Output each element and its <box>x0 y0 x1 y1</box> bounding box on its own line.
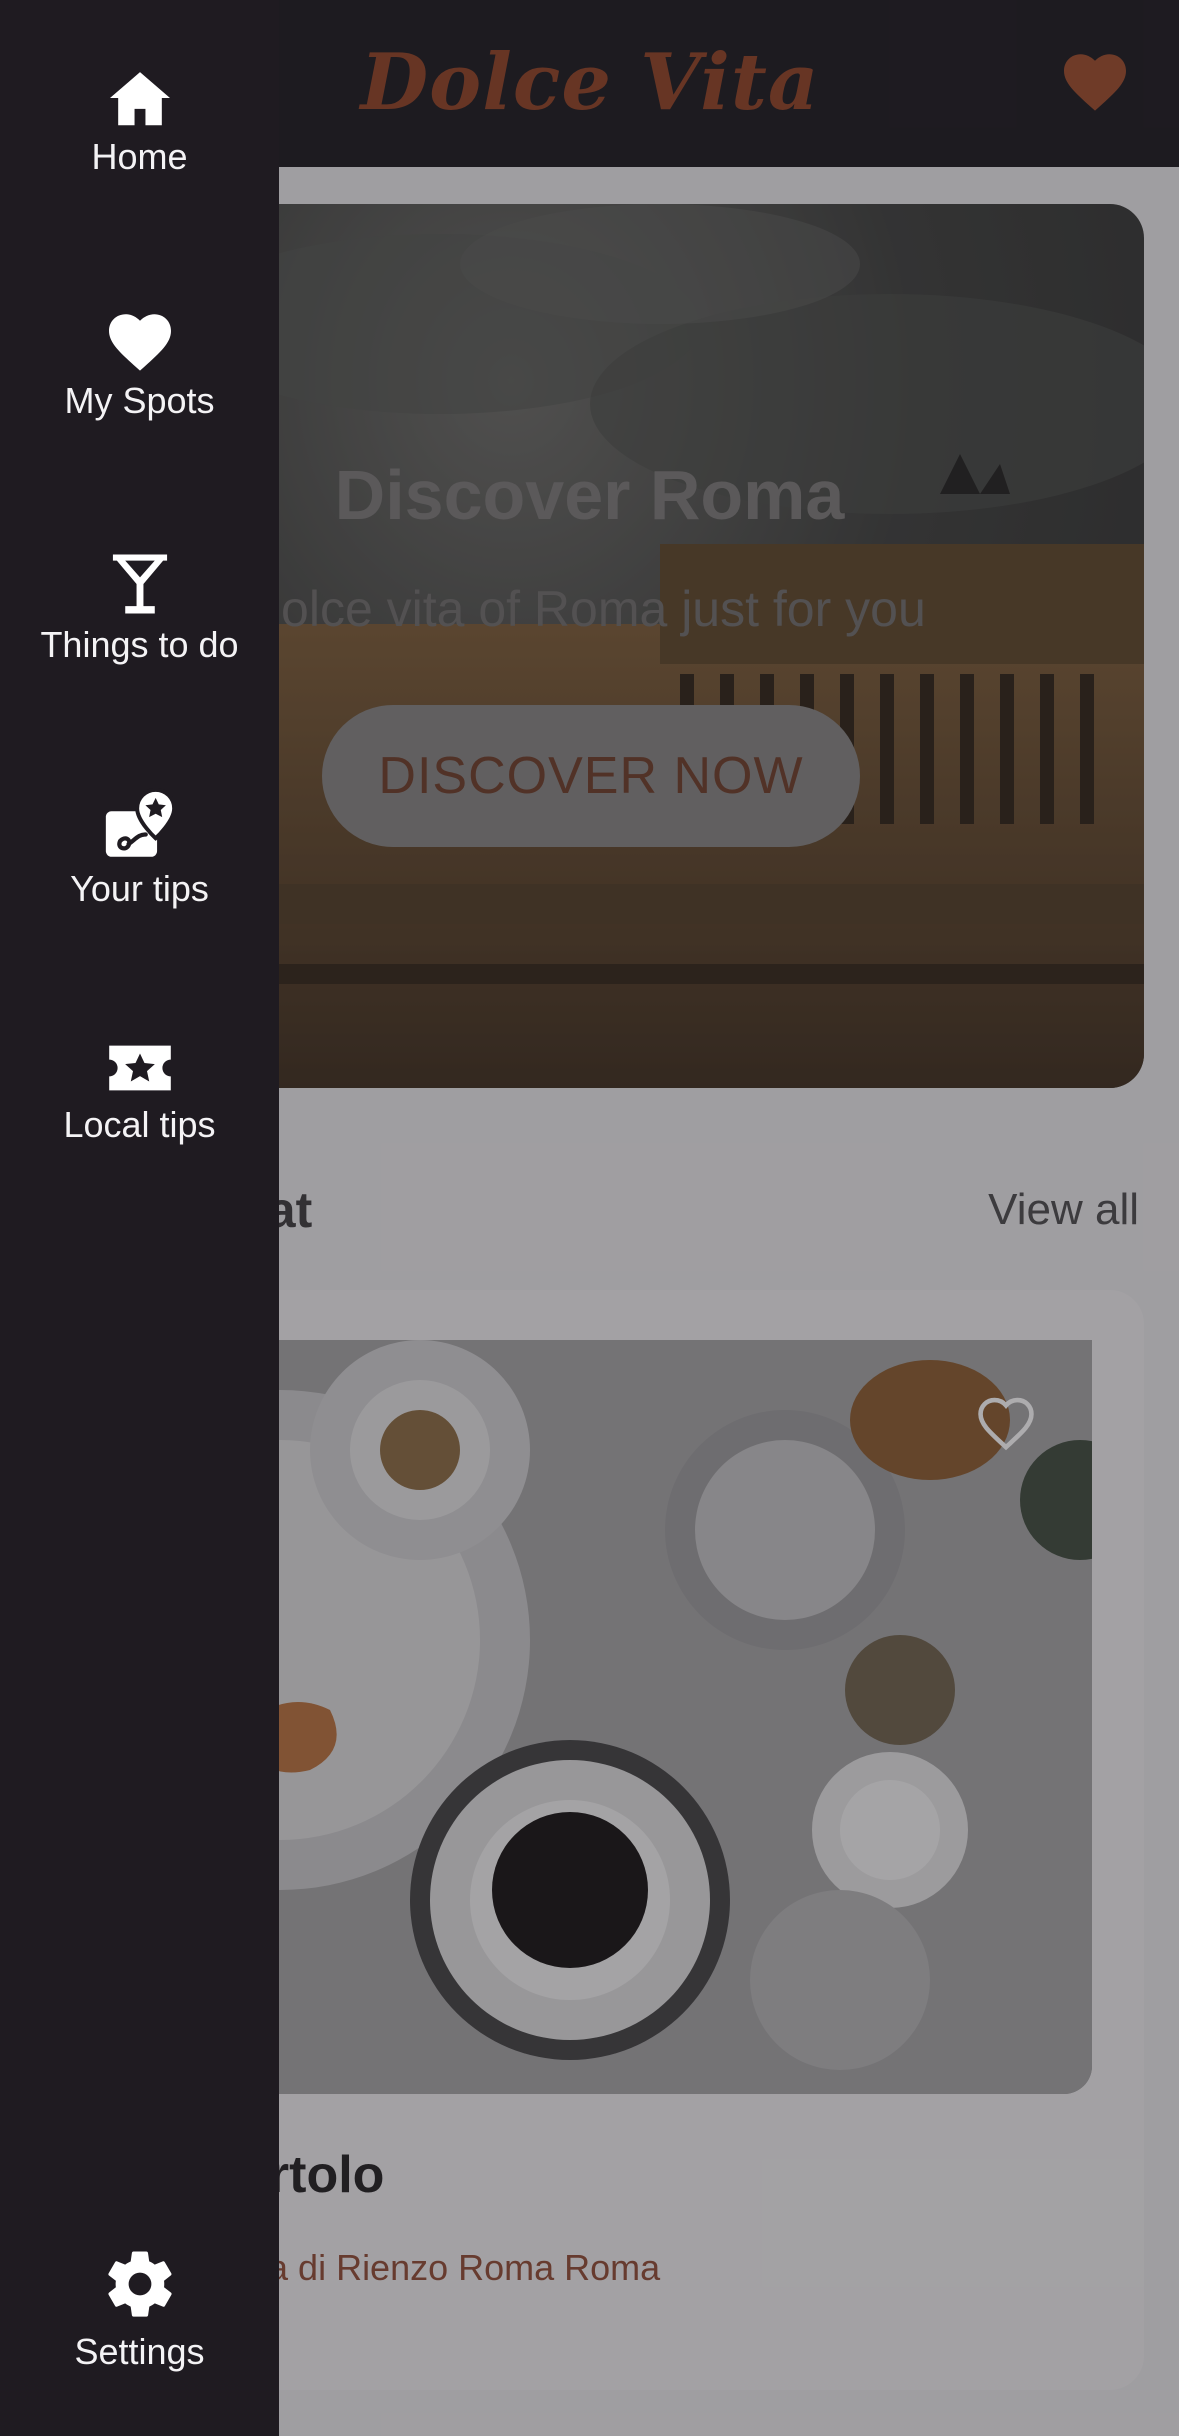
favorites-heart-icon[interactable] <box>1060 50 1130 112</box>
view-all-link[interactable]: View all <box>988 1180 1139 1240</box>
discover-now-button[interactable]: DISCOVER NOW <box>322 705 860 847</box>
nav-item-local-tips[interactable]: Local tips <box>0 1040 279 1146</box>
card-favorite-heart-icon[interactable] <box>975 1395 1037 1451</box>
hero-banner <box>240 204 1144 1088</box>
nav-item-settings[interactable]: Settings <box>0 2245 279 2373</box>
navigation-drawer: Home My Spots Things to do Your tips Loc… <box>0 0 279 2436</box>
nav-item-your-tips[interactable]: Your tips <box>0 788 279 910</box>
gear-icon <box>107 2251 172 2317</box>
cocktail-glass-icon <box>112 554 167 614</box>
nav-item-label: Things to do <box>40 624 239 665</box>
heart-icon <box>108 314 171 371</box>
nav-item-things-to-do[interactable]: Things to do <box>0 552 279 666</box>
nav-item-label: My Spots <box>64 380 215 421</box>
nav-item-my-spots[interactable]: My Spots <box>0 310 279 422</box>
tips-location-icon <box>105 788 176 857</box>
nav-item-label: Local tips <box>63 1104 216 1145</box>
place-photo <box>240 1340 1092 2094</box>
nav-item-label: Settings <box>74 2331 205 2372</box>
hero-image <box>240 204 1144 1088</box>
nav-item-label: Home <box>91 136 188 177</box>
nav-item-label: Your tips <box>70 868 209 909</box>
nav-item-home[interactable]: Home <box>0 68 279 178</box>
place-address: ola di Rienzo Roma Roma <box>240 2247 661 2288</box>
ticket-star-icon <box>108 1045 171 1091</box>
app-logo-title: Dolce Vita <box>360 37 820 128</box>
home-icon <box>109 72 170 126</box>
